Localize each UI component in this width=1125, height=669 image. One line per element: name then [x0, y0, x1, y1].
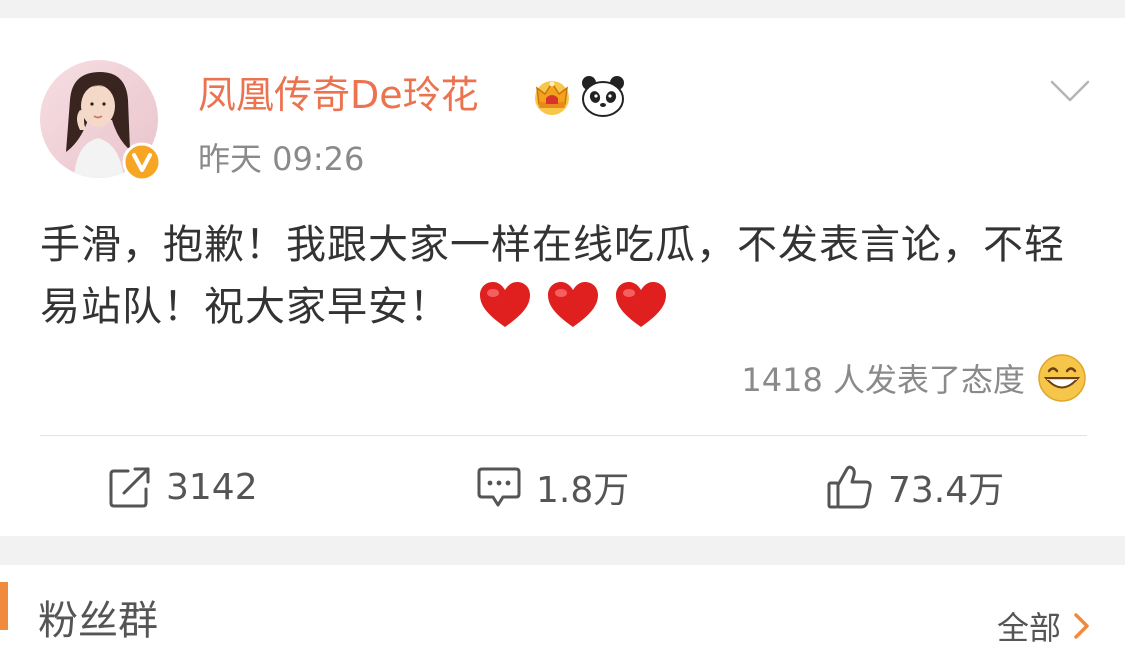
heart-icon	[548, 282, 598, 327]
weibo-post-card: 凤凰传奇De玲花 昨天 09:26 手滑，抱歉！我跟大家一样在线吃瓜，不发表言论…	[0, 18, 1125, 536]
repost-count: 3142	[166, 466, 258, 508]
action-divider	[40, 435, 1087, 436]
like-button[interactable]: 73.4万	[826, 461, 1004, 513]
view-all-link[interactable]: 全部	[997, 603, 1091, 649]
grinning-face-icon	[1038, 354, 1086, 402]
heart-icon	[616, 282, 666, 327]
username-link[interactable]: 凤凰传奇De玲花	[198, 70, 479, 120]
post-timestamp: 昨天 09:26	[198, 140, 365, 178]
like-count: 73.4万	[888, 470, 1005, 511]
username-badges	[530, 73, 626, 119]
thumbs-up-icon	[827, 465, 872, 509]
crown-icon	[535, 81, 569, 115]
verified-v-icon	[122, 142, 162, 182]
reactions-summary[interactable]: 1418 人发表了态度	[741, 351, 1087, 405]
comment-button[interactable]: 1.8万	[476, 461, 629, 513]
avatar[interactable]	[40, 60, 162, 182]
repost-button[interactable]: 3142	[108, 461, 258, 513]
view-all-label: 全部	[996, 609, 1061, 647]
comment-count: 1.8万	[536, 470, 630, 511]
post-content: 手滑，抱歉！我跟大家一样在线吃瓜，不发表言论，不轻易站队！祝大家早安！	[40, 214, 1090, 338]
panda-icon	[582, 76, 624, 117]
repost-icon	[109, 467, 150, 508]
chevron-right-icon	[1074, 613, 1089, 639]
fans-group-title: 粉丝群	[38, 598, 158, 644]
comment-icon	[477, 467, 521, 507]
heart-emojis	[478, 281, 668, 329]
chevron-down-icon[interactable]	[1048, 76, 1092, 106]
section-accent-bar	[0, 582, 8, 630]
heart-icon	[480, 282, 530, 327]
fans-group-section: 粉丝群 全部	[0, 565, 1125, 669]
reactions-count-text: 1418 人发表了态度	[741, 361, 1025, 399]
